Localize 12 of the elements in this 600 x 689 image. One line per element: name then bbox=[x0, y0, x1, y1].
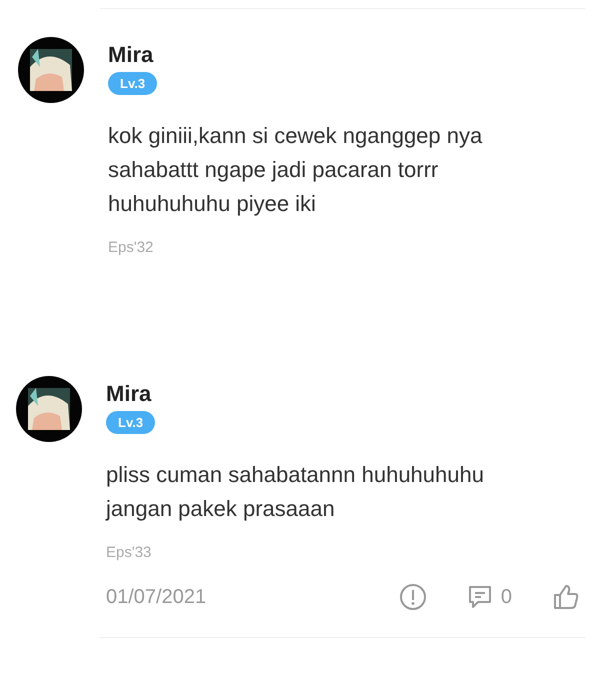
report-button[interactable] bbox=[398, 583, 427, 611]
user-name: Mira bbox=[106, 381, 152, 407]
episode-label: Eps'33 bbox=[106, 544, 152, 561]
comment-date: 01/07/2021 bbox=[106, 586, 208, 608]
user-name: Mira bbox=[108, 42, 154, 68]
comment-text: pliss cuman sahabatannn huhuhuhuhu jangan pakek prasaaan bbox=[106, 461, 485, 523]
level-badge: Lv.3 bbox=[106, 411, 156, 434]
episode-label: Eps'32 bbox=[108, 239, 154, 256]
like-button[interactable] bbox=[552, 583, 580, 611]
level-badge: Lv.3 bbox=[108, 72, 158, 95]
comment-text: kok giniii,kann si cewek nganggep nya sahabattt ngape jadi pacaran torrr huhuhuhuhu piyee iki bbox=[108, 122, 484, 218]
reply-button[interactable]: 0 bbox=[466, 584, 512, 610]
